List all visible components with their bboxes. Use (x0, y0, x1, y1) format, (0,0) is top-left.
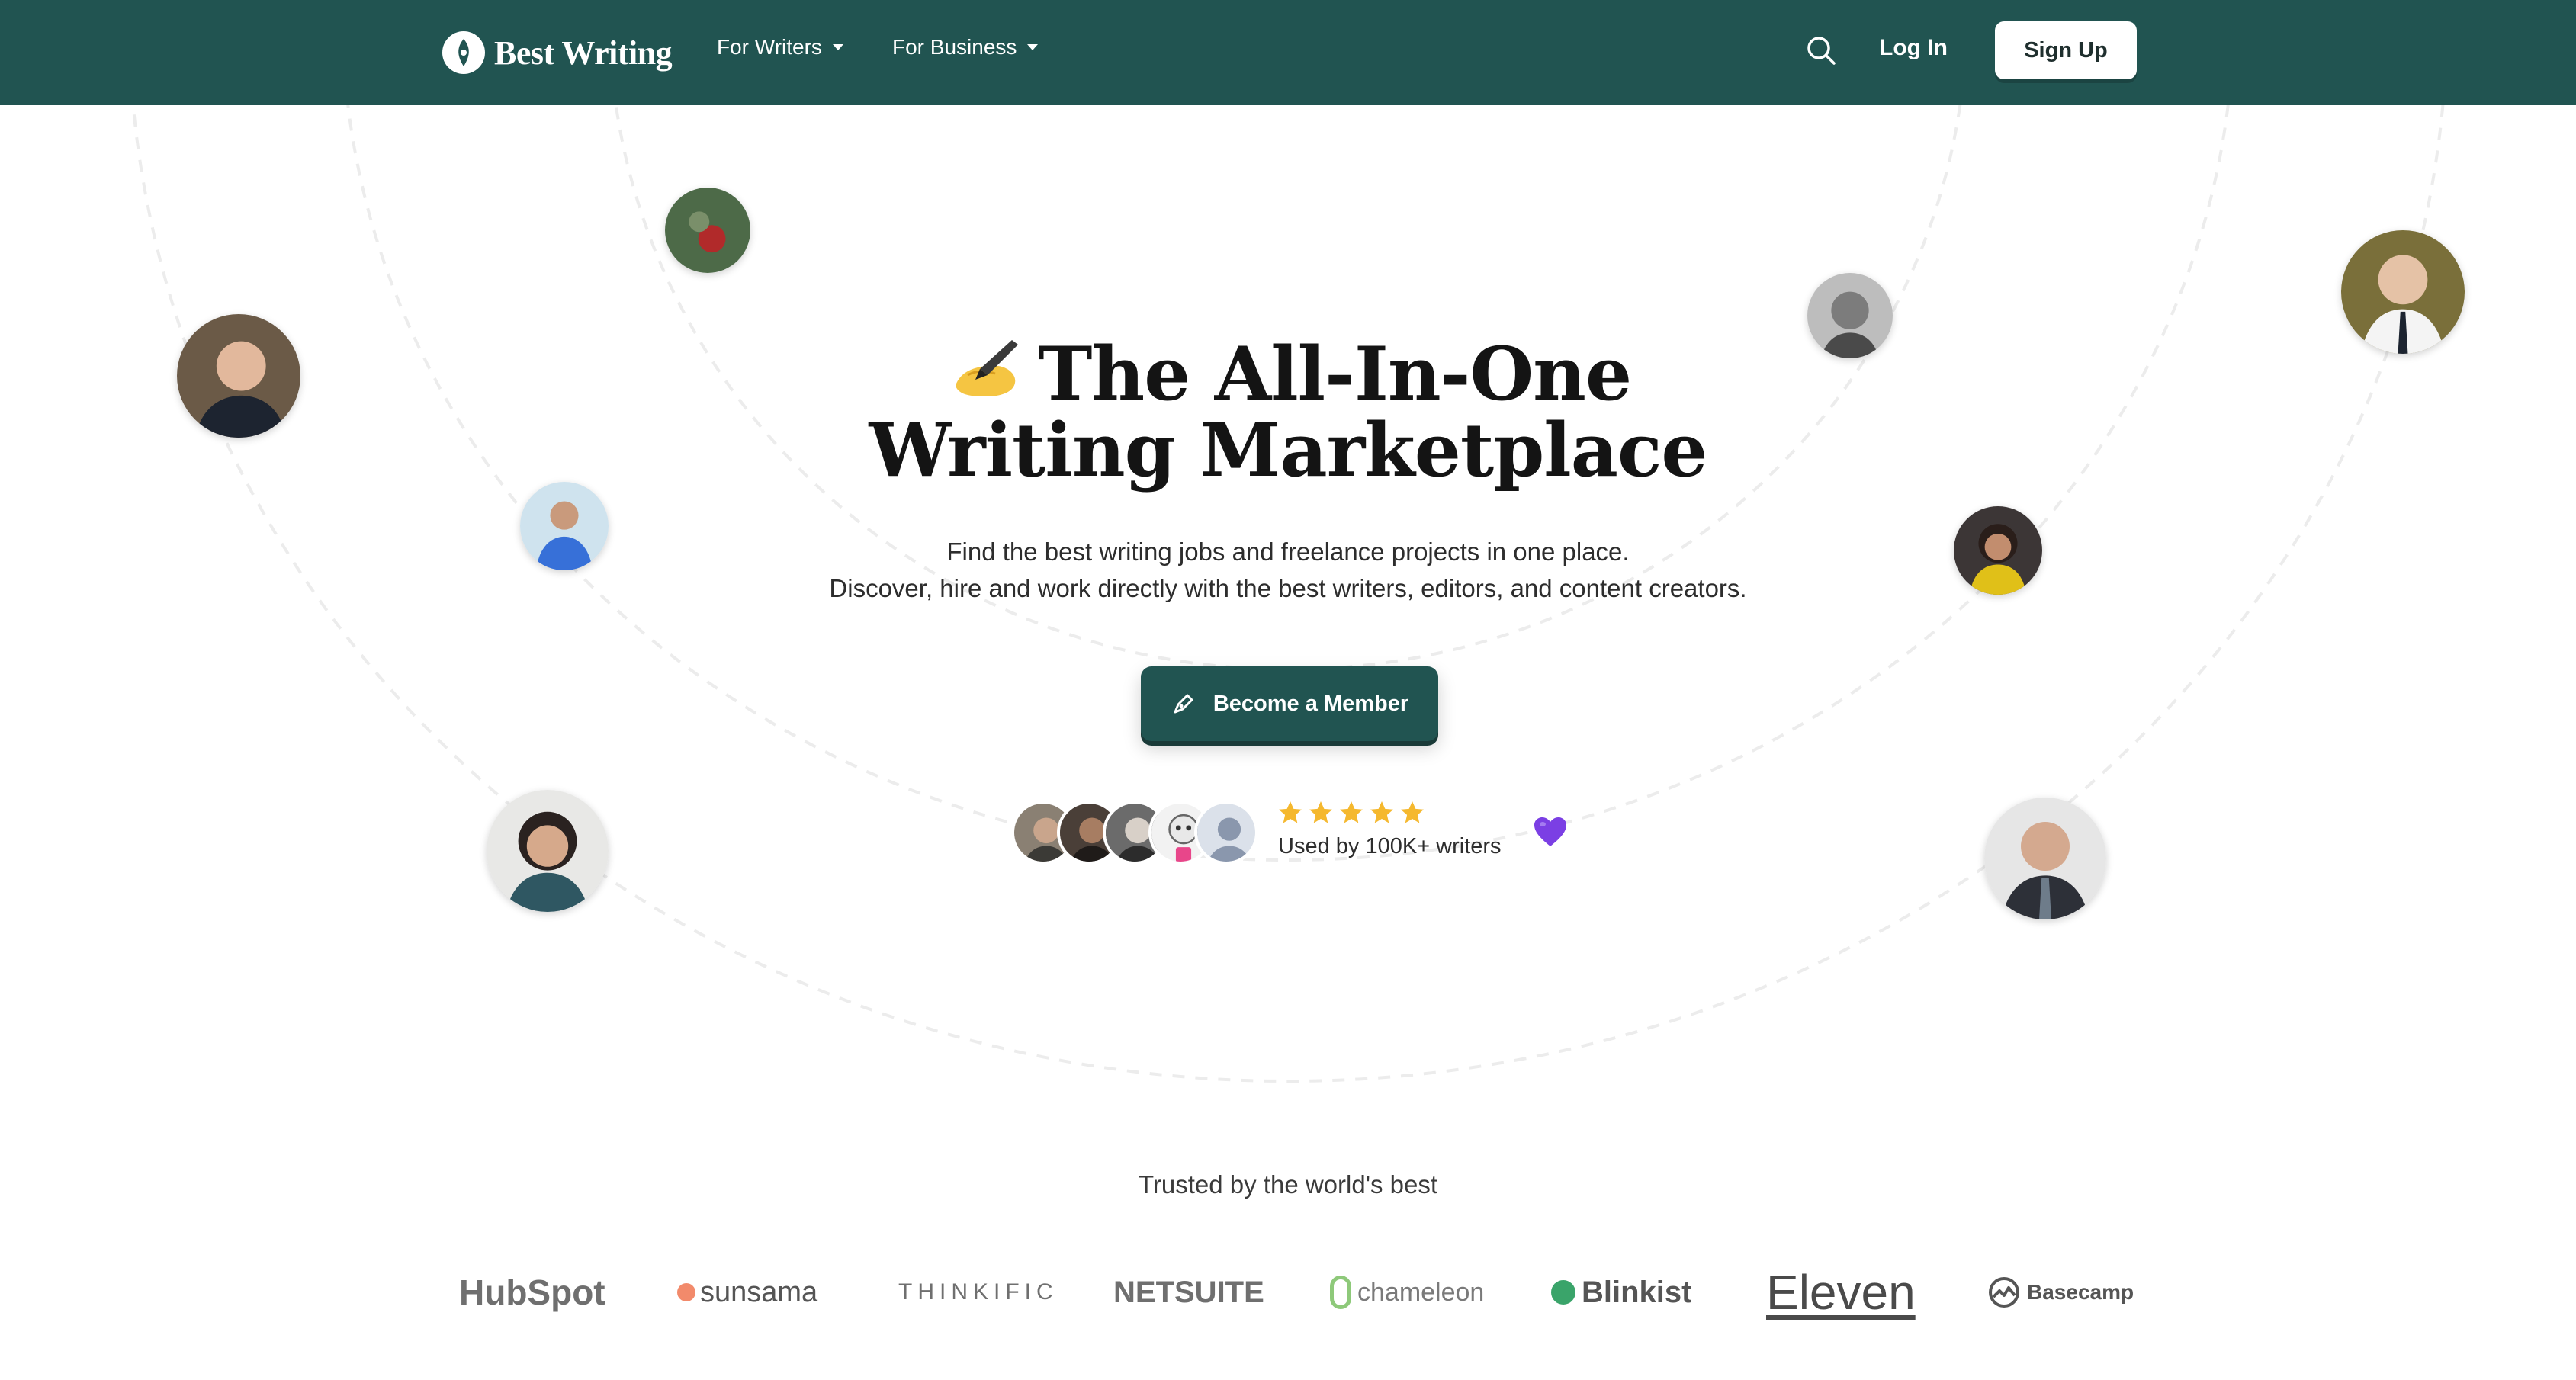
sunsama-logo: sunsama (677, 1250, 817, 1334)
basecamp-mark-icon (1989, 1277, 2019, 1308)
for-writers-menu[interactable]: For Writers (717, 35, 843, 59)
for-writers-label: For Writers (717, 35, 822, 59)
avatar (1984, 798, 2106, 919)
for-business-menu[interactable]: For Business (892, 35, 1039, 59)
star-icon (1401, 801, 1424, 823)
brand-logos-row: HubSpot sunsama THINKIFIC NETSUITE chame… (0, 1250, 2576, 1334)
rating-stars (1277, 799, 1426, 826)
basecamp-logo: Basecamp (1987, 1250, 2134, 1334)
eleven-logo: Eleven (1766, 1250, 1916, 1334)
pen-nib-logo-icon (442, 31, 485, 74)
become-member-label: Become a Member (1213, 691, 1409, 716)
avatar (487, 790, 609, 912)
star-icon (1370, 801, 1393, 823)
background-arcs (131, 105, 2445, 1083)
trusted-heading: Trusted by the world's best (1138, 1170, 1438, 1199)
avatar (1194, 801, 1258, 865)
hero-title-line1: The All-In-One (1037, 331, 1632, 417)
usage-count-text: Used by 100K+ writers (1278, 834, 1502, 858)
avatar (665, 188, 750, 273)
search-icon[interactable] (1804, 34, 1838, 67)
chevron-down-icon (1027, 44, 1039, 50)
netsuite-logo: NETSUITE (1113, 1250, 1264, 1334)
basecamp-logo-text: Basecamp (2027, 1280, 2134, 1304)
blinkist-logo: Blinkist (1551, 1250, 1691, 1334)
purple-heart-icon (1534, 817, 1566, 846)
chevron-down-icon (832, 44, 843, 50)
for-business-label: For Business (892, 35, 1017, 59)
hubspot-logo-text: HubSpot (459, 1272, 605, 1312)
sunsama-mark-icon (677, 1283, 695, 1301)
netsuite-logo-text: NETSUITE (1113, 1275, 1264, 1309)
pen-icon (1174, 694, 1193, 714)
star-icon (1309, 801, 1332, 823)
hero-subtitle-line1: Find the best writing jobs and freelance… (946, 538, 1630, 566)
login-link[interactable]: Log In (1879, 35, 1948, 61)
star-icon (1279, 801, 1302, 823)
hero-title: The All-In-One Writing Marketplace (0, 335, 2576, 489)
writer-avatars (1011, 801, 1263, 865)
signup-button[interactable]: Sign Up (1995, 21, 2137, 79)
chameleon-mark-icon (1330, 1276, 1351, 1309)
hero-title-line2: Writing Marketplace (869, 407, 1707, 493)
hero-subtitle-line2: Discover, hire and work directly with th… (829, 574, 1747, 602)
logo-text: Best Writing (494, 34, 673, 72)
chameleon-logo: chameleon (1330, 1250, 1484, 1334)
thinkific-logo: THINKIFIC (898, 1250, 1058, 1334)
hubspot-logo: HubSpot (459, 1250, 605, 1334)
writing-hand-icon (955, 340, 1018, 396)
become-member-button[interactable]: Become a Member (1141, 666, 1438, 741)
hero-subtitle: Find the best writing jobs and freelance… (0, 534, 2576, 607)
thinkific-logo-text: THINKIFIC (898, 1279, 1058, 1305)
blinkist-logo-text: Blinkist (1582, 1275, 1692, 1309)
chameleon-logo-text: chameleon (1357, 1277, 1485, 1307)
top-navbar: Best Writing For Writers For Business Lo… (0, 0, 2576, 105)
blinkist-mark-icon (1551, 1280, 1575, 1305)
sunsama-logo-text: sunsama (700, 1276, 818, 1308)
eleven-logo-text: Eleven (1766, 1265, 1916, 1320)
logo[interactable]: Best Writing (442, 27, 673, 78)
star-icon (1340, 801, 1363, 823)
